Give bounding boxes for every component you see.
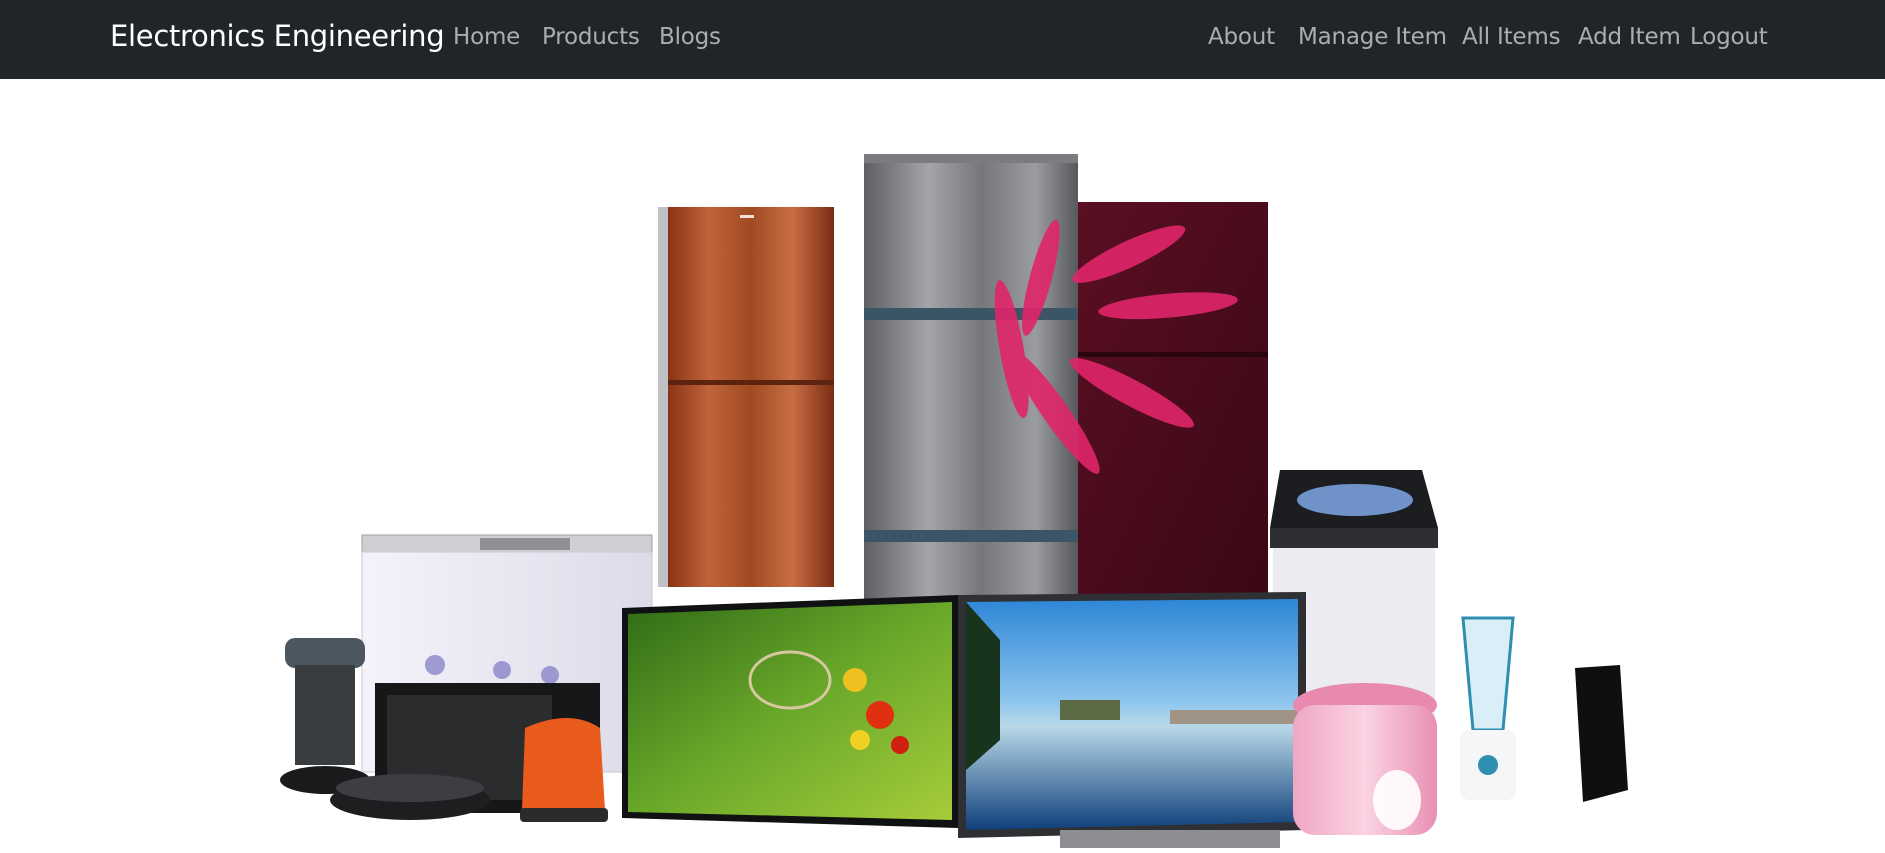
nav-link-home[interactable]: Home	[453, 24, 520, 50]
hero-banner	[270, 140, 1640, 853]
copper-fridge	[658, 207, 834, 587]
nav-link-logout[interactable]: Logout	[1690, 24, 1768, 50]
blender	[1460, 616, 1516, 800]
nav-link-manage-item[interactable]: Manage Item	[1298, 24, 1447, 50]
nav-link-blogs[interactable]: Blogs	[659, 24, 721, 50]
nav-link-all-items[interactable]: All Items	[1462, 24, 1561, 50]
induction-cooker	[1575, 665, 1628, 802]
coffee-maker	[280, 638, 370, 794]
nav-link-add-item[interactable]: Add Item	[1578, 24, 1681, 50]
top-navbar: Electronics Engineering Home Products Bl…	[0, 0, 1885, 79]
nav-link-products[interactable]: Products	[542, 24, 640, 50]
brand-link[interactable]: Electronics Engineering	[110, 19, 445, 53]
tv-lake	[958, 592, 1306, 848]
nav-link-about[interactable]: About	[1208, 24, 1275, 50]
sandwich-maker	[330, 774, 490, 820]
electric-kettle	[520, 718, 608, 822]
tv-butterfly	[622, 595, 958, 828]
rice-cooker	[1293, 683, 1437, 835]
appliances-hero-image	[280, 154, 1628, 848]
